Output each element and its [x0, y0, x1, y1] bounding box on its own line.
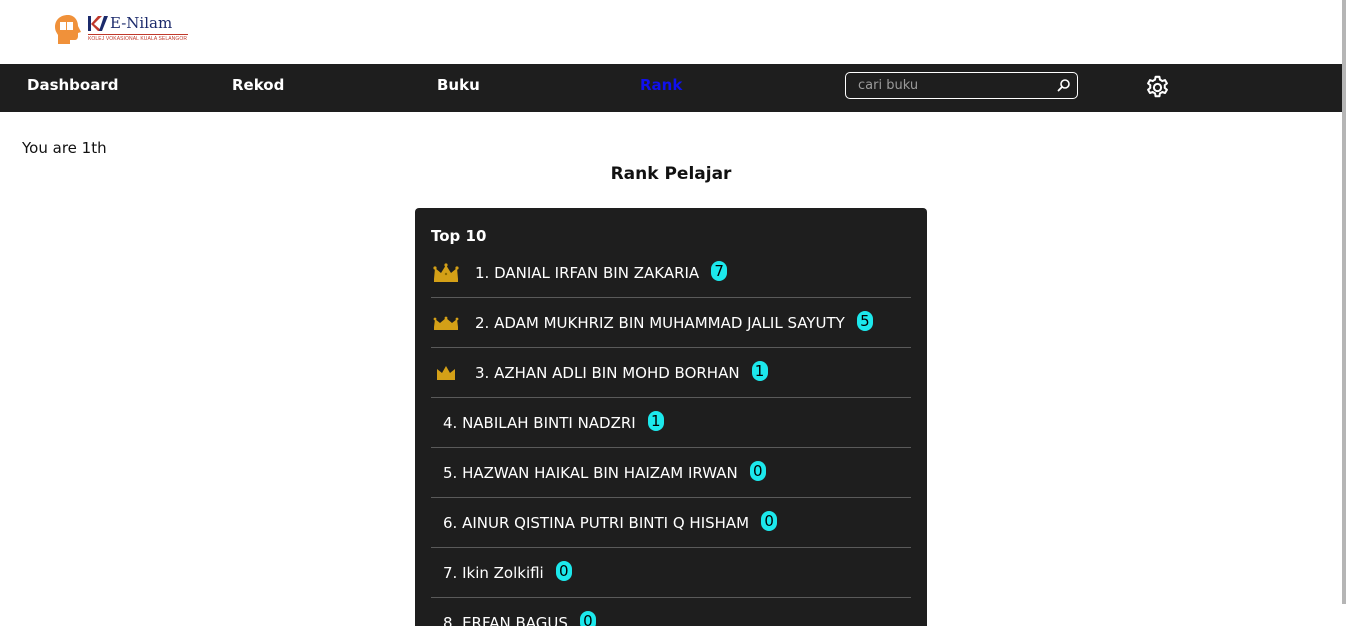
student-name: 5. HAZWAN HAIKAL BIN HAIZAM IRWAN [443, 463, 738, 482]
student-name: 7. Ikin Zolkifli [443, 563, 544, 582]
count-badge: 5 [856, 310, 873, 331]
brand-title-row: E-Nilam [88, 15, 188, 31]
kv-mark-icon [88, 15, 108, 31]
count-badge: 1 [751, 360, 768, 381]
brand-logo[interactable]: E-Nilam KOLEJ VOKASIONAL KUALA SELANGOR [54, 14, 188, 45]
count-badge: 7 [711, 260, 728, 281]
nav-buku[interactable]: Buku [437, 75, 480, 95]
rank-row-6: 6. AINUR QISTINA PUTRI BINTI Q HISHAM 0 [431, 498, 911, 548]
brand-subtitle: KOLEJ VOKASIONAL KUALA SELANGOR [88, 34, 188, 42]
card-heading: Top 10 [431, 227, 487, 245]
page-scrollbar[interactable] [1342, 0, 1346, 604]
gear-icon[interactable] [1144, 74, 1171, 101]
rank-row-7: 7. Ikin Zolkifli 0 [431, 548, 911, 598]
brand-text: E-Nilam KOLEJ VOKASIONAL KUALA SELANGOR [88, 15, 188, 42]
nav-dashboard[interactable]: Dashboard [27, 75, 118, 95]
user-rank-status: You are 1th [22, 139, 107, 157]
student-name: 3. AZHAN ADLI BIN MOHD BORHAN [475, 363, 740, 382]
count-badge: 0 [579, 611, 596, 626]
rank-row-2: 2. ADAM MUKHRIZ BIN MUHAMMAD JALIL SAYUT… [431, 298, 911, 348]
brand-name: E-Nilam [110, 14, 173, 32]
count-badge: 1 [647, 410, 664, 431]
rank-row-1: 1. DANIAL IRFAN BIN ZAKARIA 7 [431, 248, 911, 298]
student-name: 6. AINUR QISTINA PUTRI BINTI Q HISHAM [443, 513, 750, 532]
search-icon[interactable] [1057, 78, 1071, 92]
search-input[interactable] [858, 76, 1048, 95]
nav-rank[interactable]: Rank [640, 75, 682, 95]
top-header: E-Nilam KOLEJ VOKASIONAL KUALA SELANGOR [0, 0, 1346, 64]
crown-icon [431, 312, 461, 334]
rank-row-8: 8. ERFAN BAGUS 0 [431, 598, 911, 626]
rank-list: 1. DANIAL IRFAN BIN ZAKARIA 7 2. ADAM MU… [431, 248, 911, 626]
search-box [845, 72, 1078, 99]
crown-icon [431, 262, 461, 284]
main-navbar: Dashboard Rekod Buku Rank [0, 64, 1342, 112]
rank-row-3: 3. AZHAN ADLI BIN MOHD BORHAN 1 [431, 348, 911, 398]
crown-icon [431, 362, 461, 384]
student-name: 2. ADAM MUKHRIZ BIN MUHAMMAD JALIL SAYUT… [475, 313, 845, 332]
student-name: 1. DANIAL IRFAN BIN ZAKARIA [475, 263, 700, 282]
rank-row-5: 5. HAZWAN HAIKAL BIN HAIZAM IRWAN 0 [431, 448, 911, 498]
count-badge: 0 [761, 510, 778, 531]
count-badge: 0 [749, 460, 766, 481]
count-badge: 0 [555, 560, 572, 581]
page-title: Rank Pelajar [610, 164, 732, 184]
student-name: 8. ERFAN BAGUS [443, 614, 568, 626]
reading-head-icon [55, 15, 81, 44]
rank-card: Top 10 1. DANIAL IRFAN BIN ZAKARIA 7 2. … [415, 208, 927, 626]
nav-rekod[interactable]: Rekod [232, 75, 284, 95]
rank-row-4: 4. NABILAH BINTI NADZRI 1 [431, 398, 911, 448]
student-name: 4. NABILAH BINTI NADZRI [443, 413, 636, 432]
